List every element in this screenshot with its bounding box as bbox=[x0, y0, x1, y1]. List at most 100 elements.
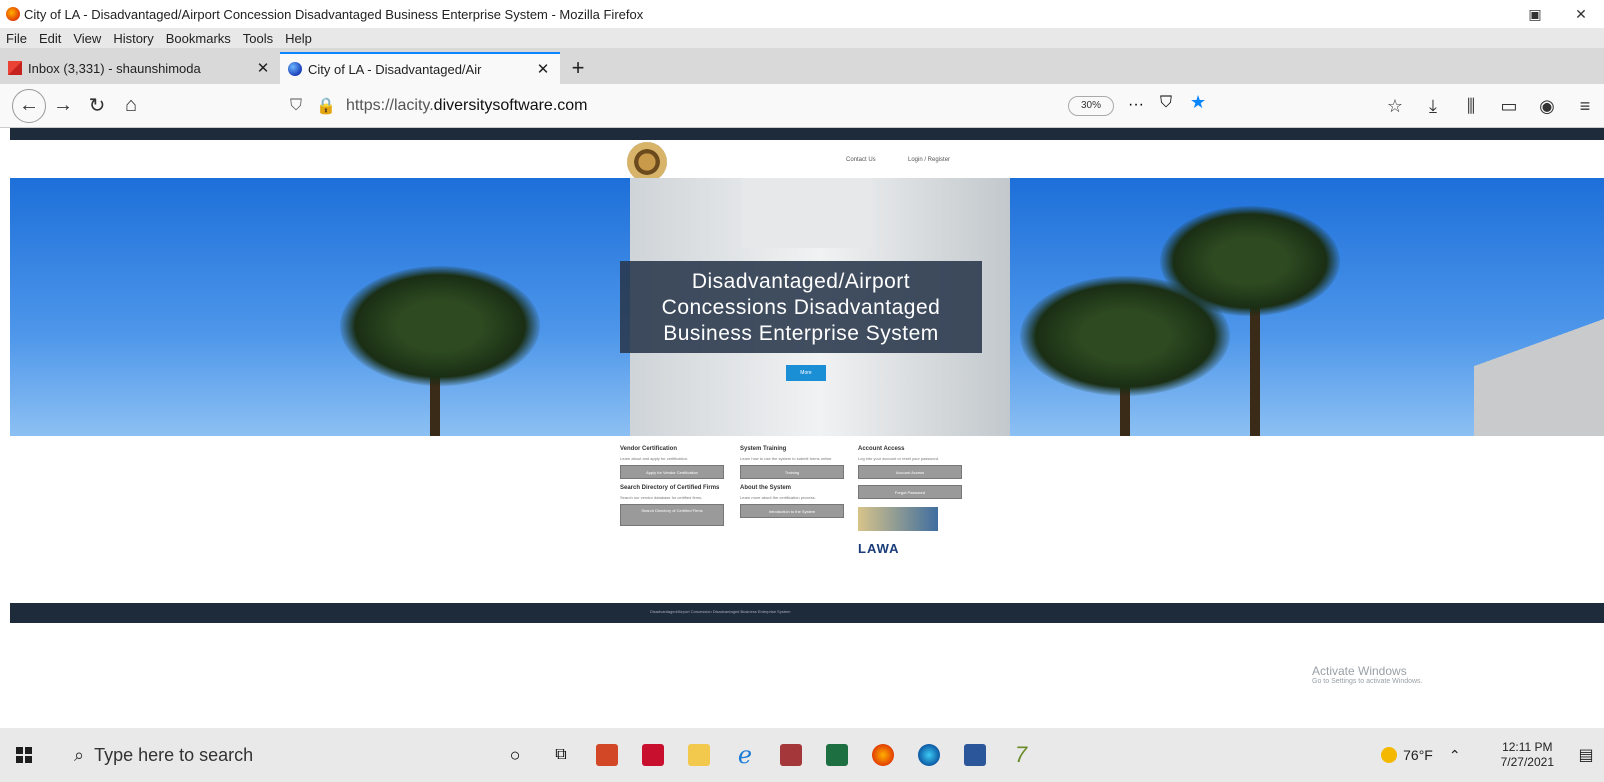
training-button[interactable]: Training bbox=[740, 465, 844, 479]
tray-overflow-icon[interactable]: ⌃ bbox=[1449, 747, 1461, 764]
library-icon[interactable]: ⫼ bbox=[1452, 96, 1490, 117]
menu-edit[interactable]: Edit bbox=[39, 31, 61, 46]
gmail-icon bbox=[8, 61, 22, 75]
toolbar-icons: ☆ ⤓ ⫼ ▭ ◉ ≡ bbox=[1376, 84, 1604, 128]
url-host: diversitysoftware.com bbox=[433, 96, 588, 114]
firefox-icon[interactable] bbox=[860, 728, 906, 782]
sticky-app-icon[interactable]: 7 bbox=[998, 728, 1044, 782]
tab-close-icon[interactable]: ✕ bbox=[254, 59, 272, 77]
sidebar-icon[interactable]: ▭ bbox=[1490, 96, 1528, 117]
section-text: Learn about and apply for certification. bbox=[620, 456, 689, 461]
excel-icon[interactable] bbox=[814, 728, 860, 782]
section-text: Learn more about the certification proce… bbox=[740, 495, 816, 500]
downloads-icon[interactable]: ⤓ bbox=[1414, 96, 1452, 117]
section-heading: Vendor Certification bbox=[620, 446, 678, 452]
globe-icon bbox=[288, 62, 302, 76]
reload-button[interactable]: ↻ bbox=[80, 89, 114, 123]
windows-taskbar: ⌕ Type here to search ○ ⧉ ℯ 7 76°F ⌃ 12:… bbox=[0, 728, 1604, 782]
account-icon[interactable]: ◉ bbox=[1528, 96, 1566, 117]
building-image bbox=[1474, 316, 1604, 436]
palm-tree-image bbox=[1150, 206, 1350, 436]
notifications-icon[interactable]: ▤ bbox=[1568, 745, 1604, 765]
word-icon[interactable] bbox=[952, 728, 998, 782]
temperature-text[interactable]: 76°F bbox=[1403, 747, 1433, 763]
tab-city-of-la[interactable]: City of LA - Disadvantaged/Air ✕ bbox=[280, 52, 560, 84]
hamburger-menu-icon[interactable]: ≡ bbox=[1566, 96, 1604, 117]
weather-icon[interactable] bbox=[1381, 747, 1398, 763]
bookmark-star-icon[interactable]: ★ bbox=[1190, 92, 1206, 113]
menu-help[interactable]: Help bbox=[285, 31, 312, 46]
taskbar-apps: ○ ⧉ ℯ 7 bbox=[492, 728, 1044, 782]
web-page: Contact Us Login / Register Disadvantage… bbox=[10, 128, 1604, 728]
menu-tools[interactable]: Tools bbox=[243, 31, 273, 46]
forward-button[interactable]: → bbox=[46, 89, 80, 123]
system-tray: 76°F ⌃ 12:11 PM 7/27/2021 ▤ bbox=[1381, 728, 1604, 782]
window-titlebar: City of LA - Disadvantaged/Airport Conce… bbox=[0, 0, 1604, 28]
zoom-level-badge[interactable]: 30% bbox=[1068, 96, 1114, 116]
home-button[interactable]: ⌂ bbox=[114, 89, 148, 123]
search-directory-button[interactable]: Search Directory of Certified Firms bbox=[620, 504, 724, 526]
account-column: Account Access Log into your account or … bbox=[858, 446, 962, 556]
vendor-column: Vendor Certification Learn about and app… bbox=[620, 446, 724, 532]
clock-time: 12:11 PM bbox=[1502, 740, 1553, 754]
introduction-button[interactable]: Introduction to the System bbox=[740, 504, 844, 518]
footer-text: Disadvantaged/Airport Concession Disadva… bbox=[650, 609, 791, 614]
section-heading: Search Directory of Certified Firms bbox=[620, 485, 720, 491]
tab-label: City of LA - Disadvantaged/Air bbox=[308, 61, 482, 77]
info-cards: Vendor Certification Learn about and app… bbox=[620, 446, 980, 596]
windows-logo-icon bbox=[16, 747, 32, 763]
shield-icon[interactable]: ⛉ bbox=[290, 97, 302, 115]
window-title: City of LA - Disadvantaged/Airport Conce… bbox=[24, 6, 644, 22]
airport-logo-image bbox=[858, 507, 938, 531]
firefox-logo-icon bbox=[6, 7, 20, 21]
hero-title-line: Concessions Disadvantaged bbox=[661, 296, 941, 319]
acrobat-icon[interactable] bbox=[630, 728, 676, 782]
tab-close-icon[interactable]: ✕ bbox=[534, 60, 552, 78]
tab-bar: Inbox (3,331) - shaunshimoda ✕ City of L… bbox=[0, 48, 1604, 84]
login-link[interactable]: Login / Register bbox=[908, 157, 950, 163]
tab-label: Inbox (3,331) - shaunshimoda bbox=[28, 60, 201, 76]
new-tab-button[interactable]: + bbox=[560, 52, 596, 84]
pocket-icon[interactable]: ⛉ bbox=[1160, 94, 1172, 112]
internet-explorer-icon[interactable]: ℯ bbox=[722, 728, 768, 782]
activate-line2: Go to Settings to activate Windows. bbox=[1312, 678, 1423, 685]
page-actions-icon[interactable]: ··· bbox=[1128, 96, 1144, 114]
back-button[interactable]: ← bbox=[12, 88, 46, 123]
section-heading: System Training bbox=[740, 446, 787, 452]
search-placeholder: Type here to search bbox=[94, 744, 254, 765]
navigation-bar: ← → ↻ ⌂ ⛉ 🔒 https://lacity. diversitysoft… bbox=[0, 84, 1604, 128]
menu-file[interactable]: File bbox=[6, 31, 27, 46]
apply-certification-button[interactable]: Apply for Vendor Certification bbox=[620, 465, 724, 479]
access-icon[interactable] bbox=[768, 728, 814, 782]
file-explorer-icon[interactable] bbox=[676, 728, 722, 782]
training-column: System Training Learn how to use the sys… bbox=[740, 446, 844, 524]
lock-icon[interactable]: 🔒 bbox=[316, 96, 336, 116]
cortana-button[interactable]: ○ bbox=[492, 728, 538, 782]
account-access-button[interactable]: Account Access bbox=[858, 465, 962, 479]
hero-more-button[interactable]: More bbox=[786, 365, 826, 381]
contact-link[interactable]: Contact Us bbox=[846, 157, 876, 163]
edge-icon[interactable] bbox=[906, 728, 952, 782]
search-icon: ⌕ bbox=[74, 744, 85, 765]
site-footer: Disadvantaged/Airport Concession Disadva… bbox=[10, 603, 1604, 623]
close-window-button[interactable]: ✕ bbox=[1558, 6, 1604, 23]
menu-view[interactable]: View bbox=[73, 31, 101, 46]
menu-history[interactable]: History bbox=[113, 31, 153, 46]
activate-line1: Activate Windows bbox=[1312, 664, 1407, 678]
restore-button[interactable]: ▣ bbox=[1512, 6, 1558, 23]
taskbar-search[interactable]: ⌕ Type here to search bbox=[48, 735, 468, 775]
menu-bookmarks[interactable]: Bookmarks bbox=[166, 31, 231, 46]
powerpoint-icon[interactable] bbox=[584, 728, 630, 782]
section-text: Learn how to use the system to submit fo… bbox=[740, 456, 833, 461]
task-view-button[interactable]: ⧉ bbox=[538, 728, 584, 782]
tab-inbox[interactable]: Inbox (3,331) - shaunshimoda ✕ bbox=[0, 52, 280, 84]
bookmarks-toolbar-icon[interactable]: ☆ bbox=[1376, 96, 1414, 117]
city-seal-logo[interactable] bbox=[627, 142, 667, 182]
forgot-password-button[interactable]: Forgot Password bbox=[858, 485, 962, 499]
hero-banner: Disadvantaged/Airport Concessions Disadv… bbox=[10, 178, 1604, 436]
hero-title-line: Business Enterprise System bbox=[663, 322, 939, 345]
start-button[interactable] bbox=[0, 728, 48, 782]
url-prefix: https://lacity. bbox=[345, 96, 434, 114]
clock[interactable]: 12:11 PM 7/27/2021 bbox=[1501, 740, 1554, 770]
lawa-logo: LAWA bbox=[858, 541, 900, 556]
